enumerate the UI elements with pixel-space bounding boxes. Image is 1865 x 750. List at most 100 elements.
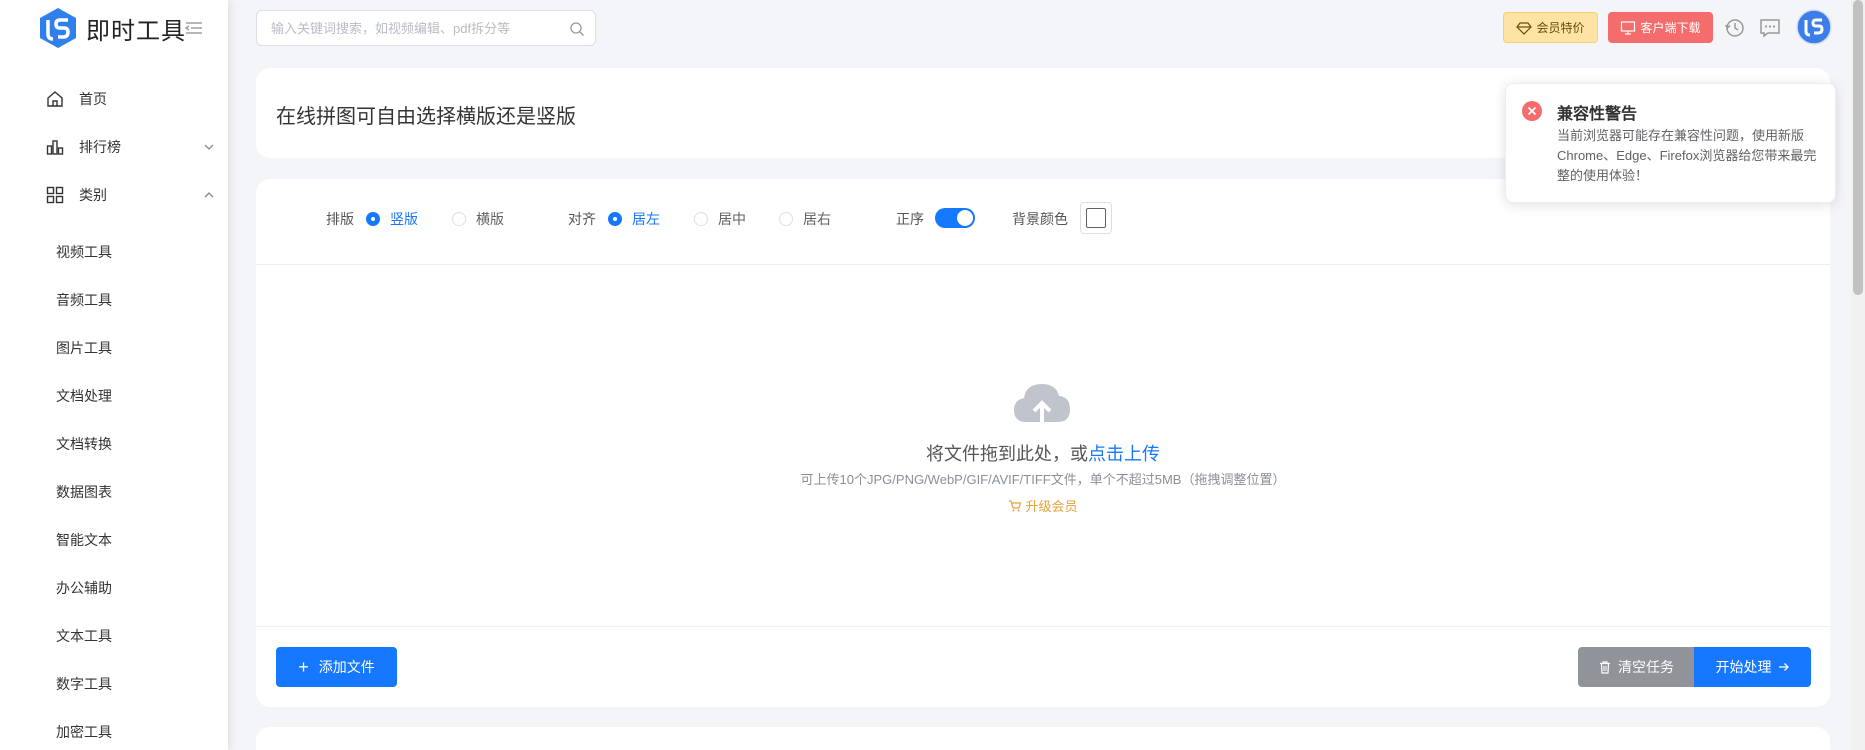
- client-download-button[interactable]: 客户端下载: [1608, 12, 1713, 43]
- sub-item-label: 视频工具: [56, 244, 112, 260]
- sidebar-sub-encrypt[interactable]: 加密工具: [0, 712, 228, 750]
- align-label: 对齐: [568, 211, 596, 227]
- align-right-radio[interactable]: 居右: [779, 209, 831, 229]
- upload-sub-text: 可上传10个JPG/PNG/WebP/GIF/AVIF/TIFF文件，单个不超过…: [800, 472, 1286, 487]
- client-download-label: 客户端下载: [1640, 21, 1701, 35]
- radio-dot: [452, 212, 466, 226]
- add-file-label: 添加文件: [318, 659, 375, 675]
- arrow-right-icon: [1778, 663, 1789, 671]
- sub-item-label: 数据图表: [56, 484, 112, 500]
- align-center-radio[interactable]: 居中: [694, 209, 746, 229]
- page-title: 在线拼图可自由选择横版还是竖版: [276, 106, 576, 128]
- upload-main-text: 将文件拖到此处，或点击上传: [256, 440, 1830, 466]
- logo-text: 即时工具: [86, 17, 186, 45]
- radio-label: 居左: [632, 211, 660, 227]
- clear-tasks-label: 清空任务: [1618, 659, 1674, 675]
- bg-color-label: 背景颜色: [1012, 211, 1068, 227]
- sub-item-label: 文档处理: [56, 388, 112, 404]
- sidebar-item-label: 首页: [79, 91, 107, 107]
- sidebar-sub-office[interactable]: 办公辅助: [0, 568, 228, 608]
- cloud-upload-icon: [1014, 384, 1070, 422]
- order-label: 正序: [896, 211, 924, 227]
- sidebar: 即时工具 首页 排行榜 类别 视频工具 音频工具 图片工具 文档处理 文档转换 …: [0, 0, 228, 750]
- sidebar-sub-number-tools[interactable]: 数字工具: [0, 664, 228, 704]
- bar-chart-icon: [46, 140, 64, 155]
- sidebar-item-home[interactable]: 首页: [0, 79, 228, 119]
- history-icon[interactable]: [1724, 17, 1746, 39]
- sub-item-label: 加密工具: [56, 724, 112, 740]
- notification-title: 兼容性警告: [1557, 106, 1638, 123]
- layout-label: 排版: [326, 211, 354, 227]
- logo-mark-icon: [40, 8, 76, 48]
- sidebar-sub-audio[interactable]: 音频工具: [0, 280, 228, 320]
- compatibility-notification: 兼容性警告 当前浏览器可能存在兼容性问题，使用新版Chrome、Edge、Fir…: [1505, 83, 1836, 203]
- collapse-menu-icon[interactable]: [184, 18, 204, 38]
- start-processing-label: 开始处理: [1715, 659, 1772, 675]
- sub-item-label: 文本工具: [56, 628, 112, 644]
- radio-label: 居中: [718, 211, 746, 227]
- avatar[interactable]: [1796, 9, 1832, 45]
- logo[interactable]: 即时工具: [36, 6, 186, 50]
- bg-color-picker[interactable]: [1080, 202, 1112, 234]
- upgrade-link[interactable]: 升级会员: [256, 496, 1830, 515]
- sidebar-sub-text-tools[interactable]: 文本工具: [0, 616, 228, 656]
- upgrade-label: 升级会员: [1025, 499, 1078, 514]
- upload-dropzone[interactable]: 将文件拖到此处，或点击上传 可上传10个JPG/PNG/WebP/GIF/AVI…: [256, 266, 1830, 626]
- next-section-card: [256, 727, 1830, 750]
- layout-horizontal-radio[interactable]: 横版: [452, 209, 504, 229]
- cart-icon: [1009, 499, 1022, 511]
- click-upload-link[interactable]: 点击上传: [1088, 444, 1160, 464]
- radio-dot: [694, 212, 708, 226]
- sidebar-sub-doc-convert[interactable]: 文档转换: [0, 424, 228, 464]
- plus-icon: +: [298, 657, 309, 677]
- chevron-down-icon: [204, 144, 214, 150]
- radio-label: 横版: [476, 211, 504, 227]
- sub-item-label: 数字工具: [56, 676, 112, 692]
- vip-offer-button[interactable]: 会员特价: [1503, 12, 1598, 43]
- trash-icon: [1600, 661, 1610, 674]
- sidebar-sub-image[interactable]: 图片工具: [0, 328, 228, 368]
- sub-item-label: 音频工具: [56, 292, 112, 308]
- add-file-button[interactable]: + 添加文件: [276, 647, 397, 687]
- search-icon[interactable]: [569, 21, 585, 37]
- upload-hint: 将文件拖到此处，或: [926, 444, 1088, 464]
- sidebar-item-category[interactable]: 类别: [0, 175, 228, 215]
- sub-item-label: 文档转换: [56, 436, 112, 452]
- clear-tasks-button[interactable]: 清空任务: [1578, 647, 1694, 687]
- sidebar-sub-smart-text[interactable]: 智能文本: [0, 520, 228, 560]
- sidebar-item-label: 类别: [79, 187, 107, 203]
- search-box: [256, 10, 596, 46]
- sidebar-sub-data-chart[interactable]: 数据图表: [0, 472, 228, 512]
- radio-label: 居右: [803, 211, 831, 227]
- scrollbar-thumb[interactable]: [1853, 0, 1863, 295]
- message-icon[interactable]: [1759, 17, 1781, 39]
- vip-offer-label: 会员特价: [1536, 21, 1585, 35]
- diamond-icon: [1516, 21, 1533, 35]
- layout-vertical-radio[interactable]: 竖版: [366, 209, 418, 229]
- radio-dot: [366, 212, 380, 226]
- color-swatch: [1086, 208, 1106, 228]
- notification-body: 当前浏览器可能存在兼容性问题，使用新版Chrome、Edge、Firefox浏览…: [1557, 128, 1817, 183]
- radio-dot: [779, 212, 793, 226]
- radio-label: 竖版: [390, 211, 418, 227]
- action-bar: + 添加文件 清空任务 开始处理: [256, 626, 1830, 707]
- main-card: 排版 竖版 横版 对齐 居左 居中 居右 正序 背景颜色 将文件拖到此处，或点击…: [256, 179, 1830, 707]
- grid-icon: [46, 186, 64, 204]
- start-processing-button[interactable]: 开始处理: [1694, 647, 1811, 687]
- sidebar-item-ranking[interactable]: 排行榜: [0, 127, 228, 167]
- sidebar-item-label: 排行榜: [79, 139, 121, 155]
- order-toggle[interactable]: [935, 208, 975, 228]
- home-icon: [47, 91, 63, 107]
- sub-item-label: 智能文本: [56, 532, 112, 548]
- radio-dot: [608, 212, 622, 226]
- sub-item-label: 图片工具: [56, 340, 112, 356]
- align-left-radio[interactable]: 居左: [608, 209, 660, 229]
- error-icon: [1522, 101, 1542, 121]
- sidebar-sub-video[interactable]: 视频工具: [0, 232, 228, 272]
- sidebar-sub-doc-process[interactable]: 文档处理: [0, 376, 228, 416]
- sub-item-label: 办公辅助: [56, 580, 112, 596]
- toggle-knob: [957, 210, 973, 226]
- chevron-up-icon: [204, 192, 214, 198]
- monitor-icon: [1621, 20, 1636, 35]
- search-input[interactable]: [271, 20, 551, 36]
